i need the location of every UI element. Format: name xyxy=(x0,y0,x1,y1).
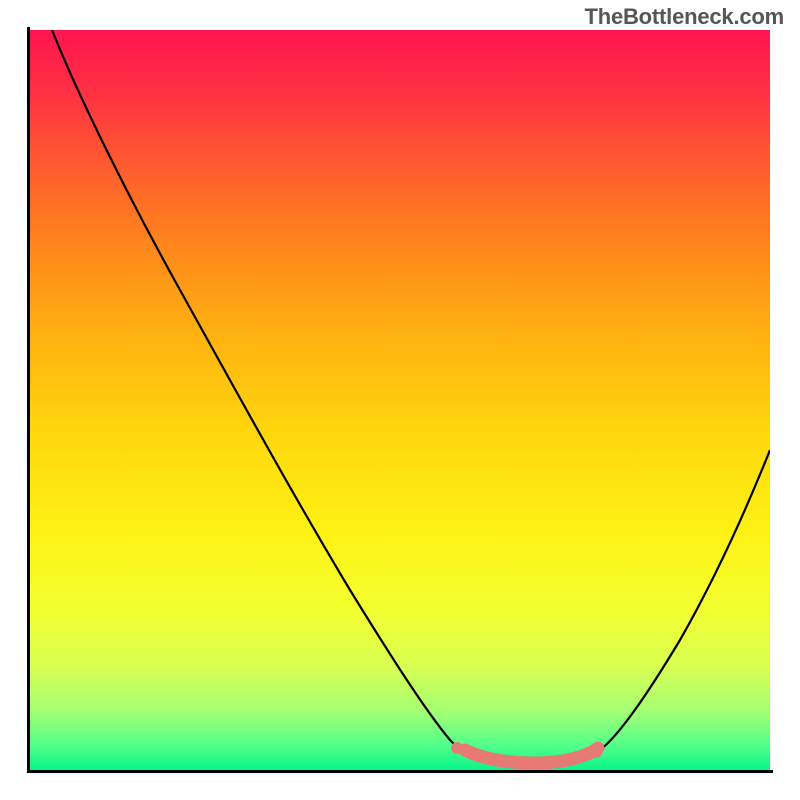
chart-x-axis xyxy=(27,770,773,773)
chart-highlight-segment xyxy=(465,748,598,763)
watermark-text: TheBottleneck.com xyxy=(584,4,784,30)
chart-curve-svg xyxy=(30,30,770,770)
chart-plot-area xyxy=(30,30,770,770)
chart-highlight-dot-right xyxy=(590,746,602,758)
chart-main-curve xyxy=(52,30,770,750)
chart-y-axis xyxy=(27,27,30,773)
